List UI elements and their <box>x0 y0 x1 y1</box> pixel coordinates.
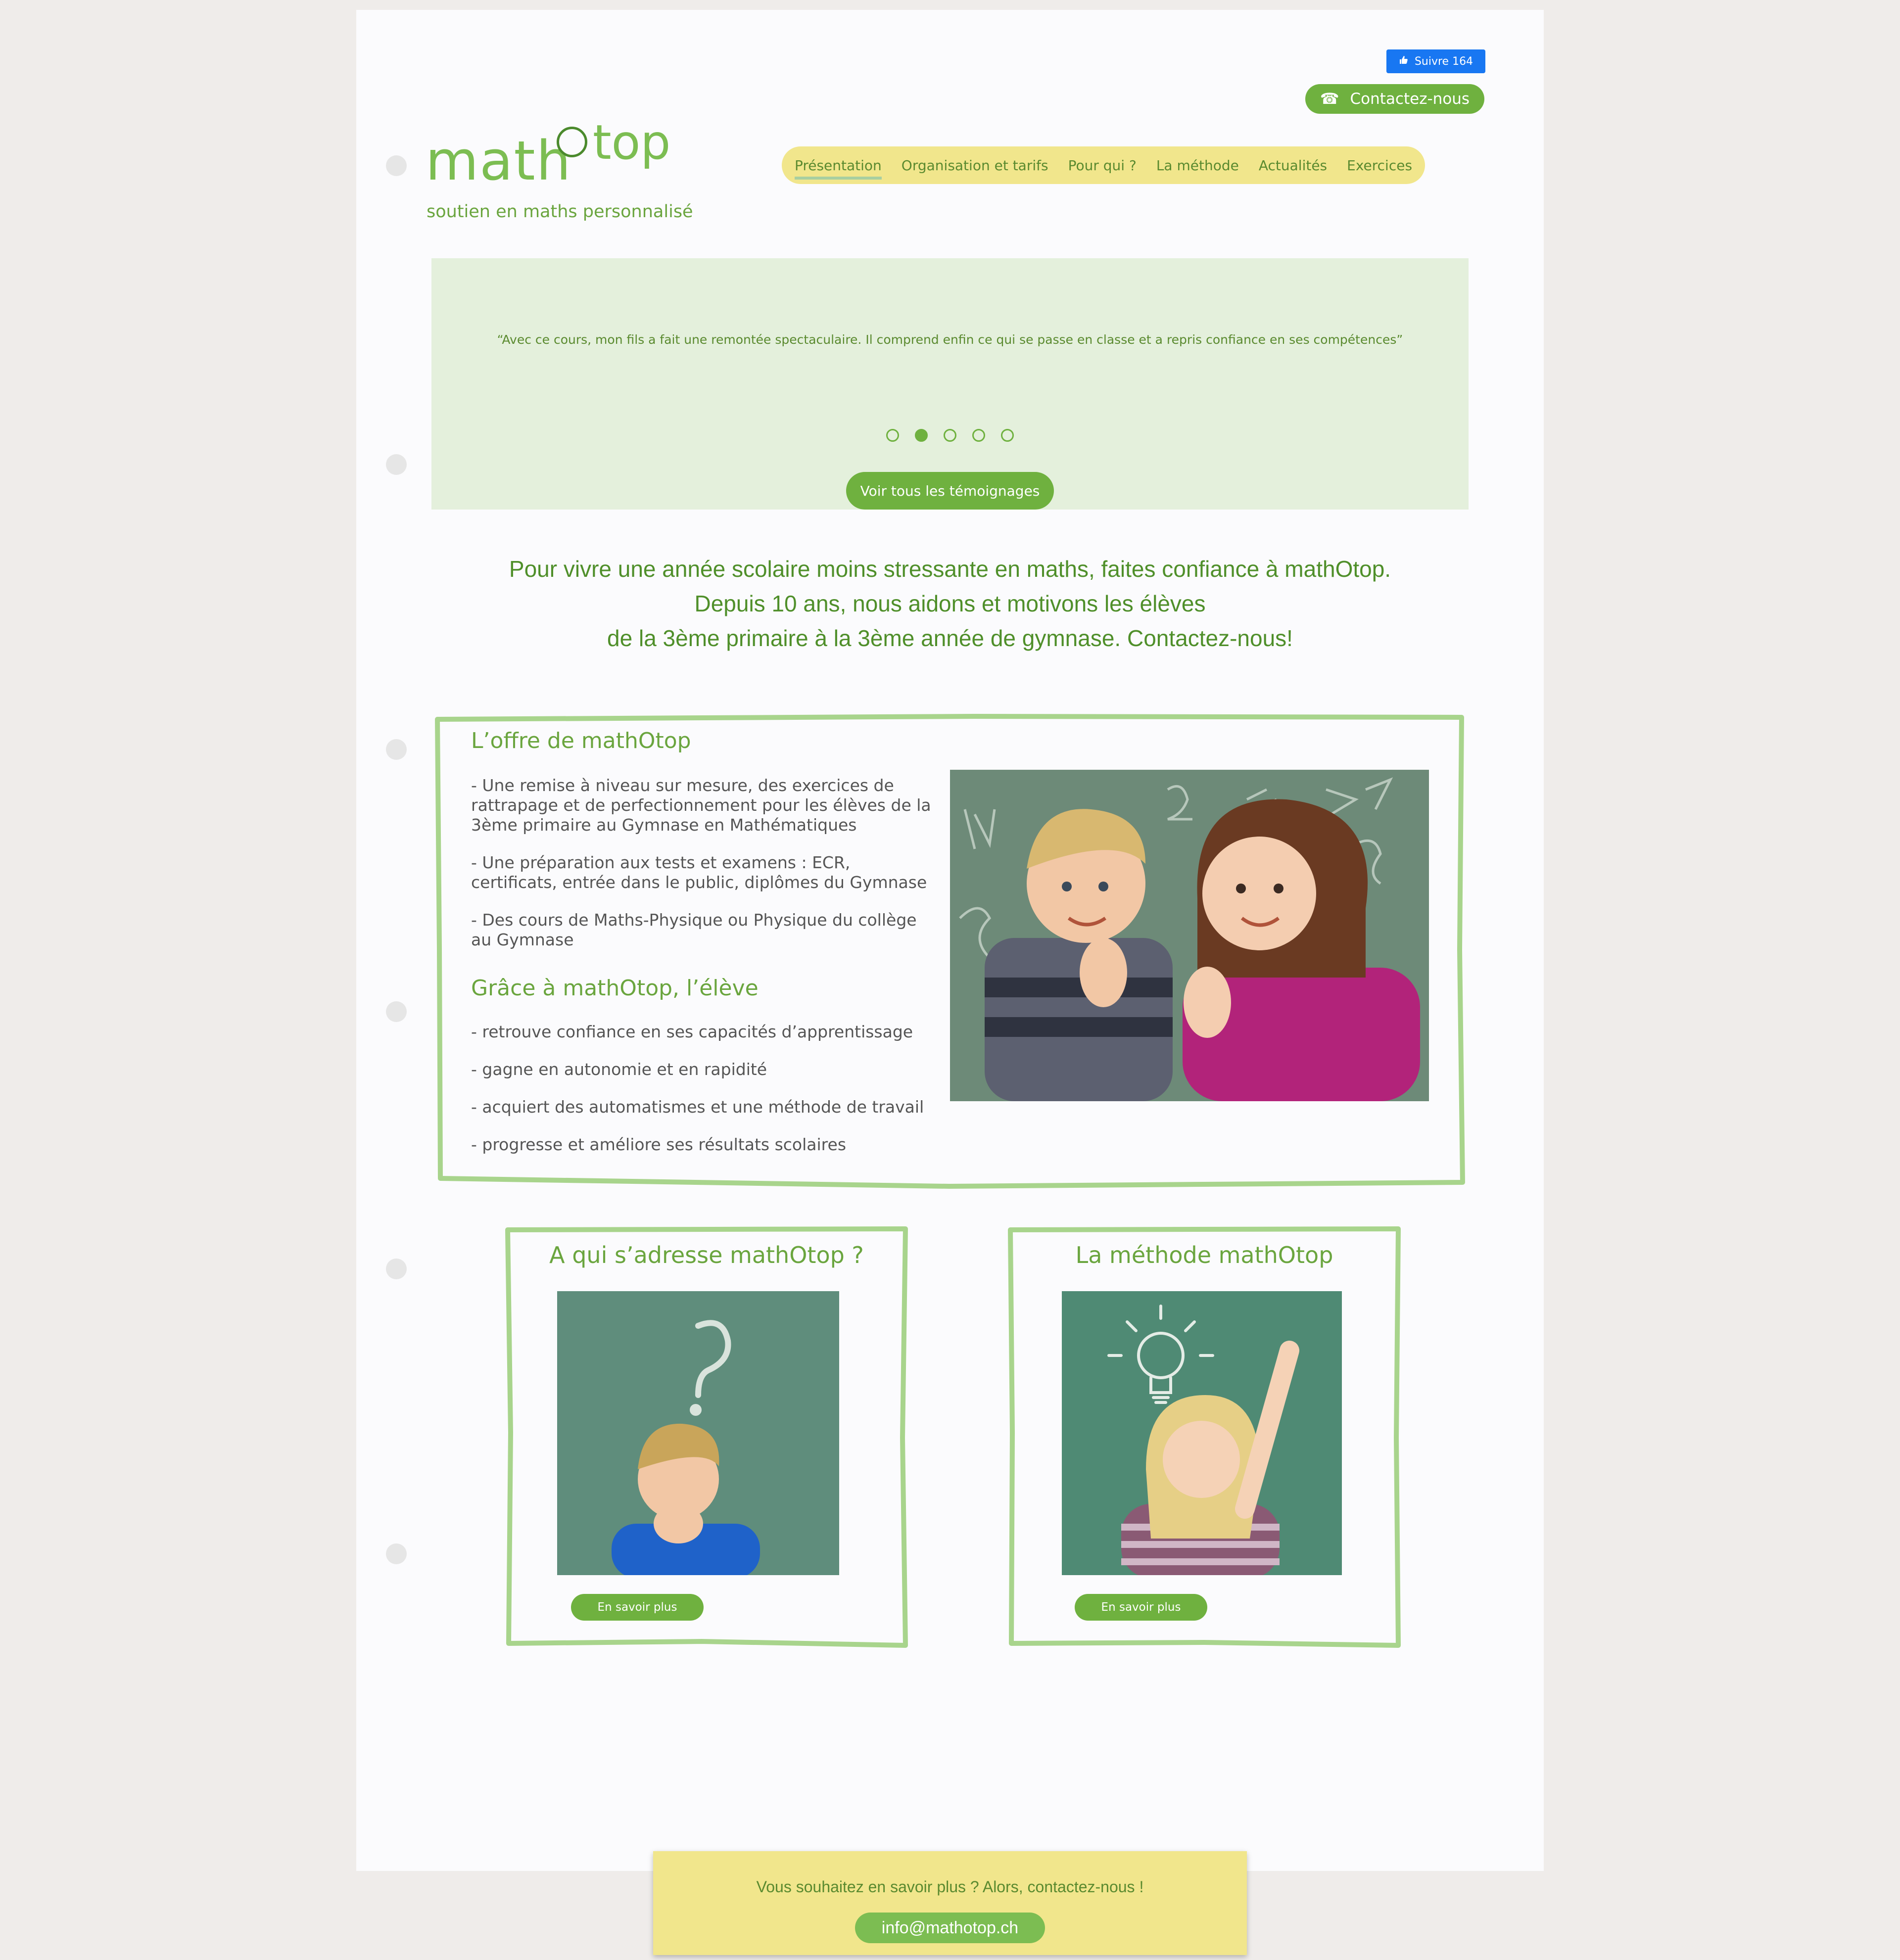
intro-line: Depuis 10 ans, nous aidons et motivons l… <box>694 591 1206 616</box>
footer-contact-note: Vous souhaitez en savoir plus ? Alors, c… <box>653 1851 1247 1955</box>
girl-idea-photo <box>1062 1291 1342 1575</box>
offer-item: - Une préparation aux tests et examens :… <box>471 853 927 892</box>
binder-hole <box>386 454 407 475</box>
logo-o-circle <box>557 127 587 157</box>
nav-item-exercices[interactable]: Exercices <box>1347 157 1412 174</box>
offer-item: - Une remise à niveau sur mesure, des ex… <box>471 776 931 835</box>
nav-item-methode[interactable]: La méthode <box>1156 157 1239 174</box>
logo-math-text: math <box>426 129 572 192</box>
benefit-item: - retrouve confiance en ses capacités d’… <box>471 1022 913 1041</box>
binder-hole <box>386 1001 407 1022</box>
binder-hole <box>386 155 407 176</box>
offer-item: - Des cours de Maths-Physique ou Physiqu… <box>471 910 917 949</box>
testimonial-quote: “Avec ce cours, mon fils a fait une remo… <box>497 332 1403 347</box>
email-button[interactable]: info@mathotop.ch <box>855 1913 1045 1943</box>
page-sheet: Suivre 164 ☎ Contactez-nous math top sou… <box>356 10 1544 1871</box>
phone-icon: ☎ <box>1320 90 1339 108</box>
slider-dot[interactable] <box>944 429 956 442</box>
benefits-title: Grâce à mathOtop, l’élève <box>471 976 759 1001</box>
slider-dot-active[interactable] <box>915 429 928 442</box>
all-testimonials-button[interactable]: Voir tous les témoignages <box>846 472 1054 510</box>
method-card-title: La méthode mathOtop <box>1075 1242 1333 1268</box>
thumbs-up-icon <box>1399 55 1409 68</box>
intro-line: Pour vivre une année scolaire moins stre… <box>509 556 1391 582</box>
slider-dot[interactable] <box>886 429 899 442</box>
benefits-list: - retrouve confiance en ses capacités d’… <box>471 1022 946 1172</box>
facebook-follow-button[interactable]: Suivre 164 <box>1386 49 1485 73</box>
benefit-item: - progresse et améliore ses résultats sc… <box>471 1135 847 1154</box>
binder-hole <box>386 739 407 760</box>
boy-question-photo <box>557 1291 839 1575</box>
logo-top-text: top <box>593 115 671 170</box>
logo-tagline: soutien en maths personnalisé <box>427 202 693 222</box>
who-more-button[interactable]: En savoir plus <box>571 1594 704 1621</box>
binder-hole <box>386 1259 407 1279</box>
method-more-button[interactable]: En savoir plus <box>1075 1594 1207 1621</box>
offer-list: - Une remise à niveau sur mesure, des ex… <box>471 776 936 968</box>
offer-title: L’offre de mathOtop <box>471 728 691 753</box>
intro-headline: Pour vivre une année scolaire moins stre… <box>356 552 1544 655</box>
follow-label: Suivre 164 <box>1414 55 1473 68</box>
intro-line: de la 3ème primaire à la 3ème année de g… <box>607 625 1293 651</box>
main-nav: Présentation Organisation et tarifs Pour… <box>782 146 1425 184</box>
kids-thumbs-up-photo <box>950 770 1429 1101</box>
slider-dot[interactable] <box>1001 429 1014 442</box>
nav-item-actualites[interactable]: Actualités <box>1259 157 1327 174</box>
contact-label: Contactez-nous <box>1350 90 1470 108</box>
nav-item-organisation[interactable]: Organisation et tarifs <box>902 157 1048 174</box>
contact-button[interactable]: ☎ Contactez-nous <box>1305 84 1484 114</box>
nav-item-presentation[interactable]: Présentation <box>794 157 882 180</box>
benefit-item: - acquiert des automatismes et une métho… <box>471 1097 924 1117</box>
testimonial-slider: “Avec ce cours, mon fils a fait une remo… <box>431 258 1469 510</box>
nav-item-pour-qui[interactable]: Pour qui ? <box>1068 157 1137 174</box>
benefit-item: - gagne en autonomie et en rapidité <box>471 1060 767 1079</box>
slider-dot[interactable] <box>972 429 985 442</box>
who-card-title: A qui s’adresse mathOtop ? <box>549 1242 864 1268</box>
footer-text: Vous souhaitez en savoir plus ? Alors, c… <box>756 1878 1144 1896</box>
binder-hole <box>386 1543 407 1564</box>
slider-dots <box>431 429 1469 442</box>
